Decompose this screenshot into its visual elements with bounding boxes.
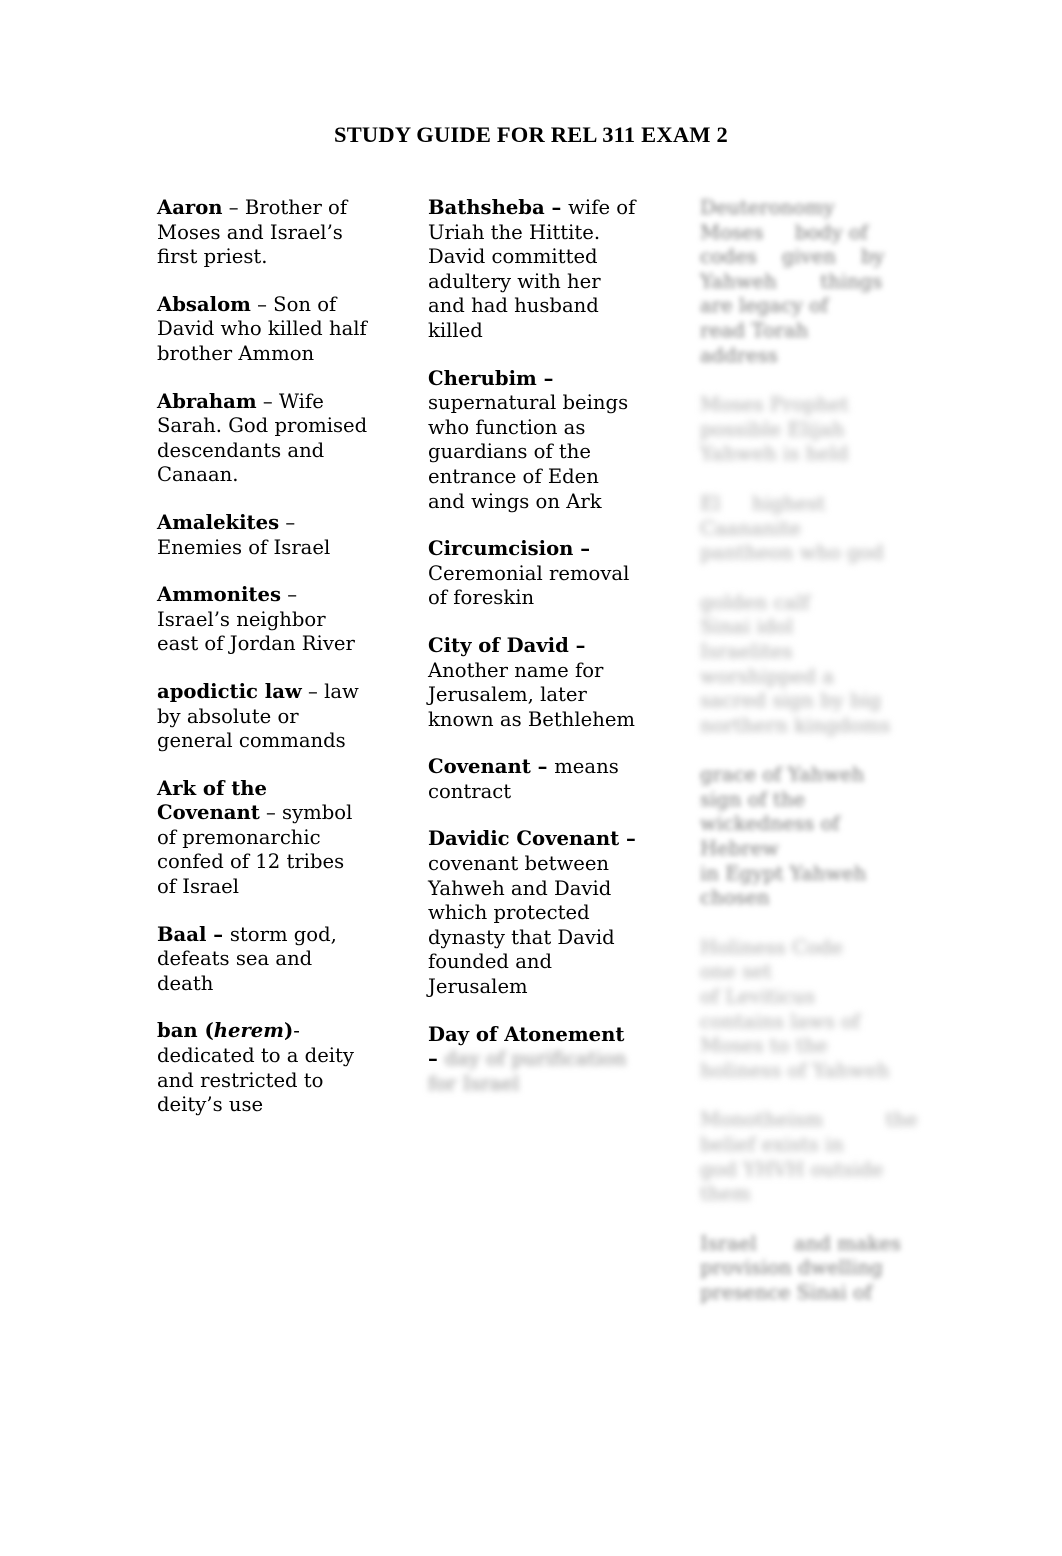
page-title: STUDY GUIDE FOR REL 311 EXAM 2 <box>334 122 728 147</box>
glossary-term: Absalom <box>157 292 251 316</box>
redacted-entry: golden calf Sinai idol Israelites worshippe… <box>700 590 891 737</box>
glossary-term: apodictic law <box>157 679 302 703</box>
glossary-column-1: Aaron – Brother of Moses and Israel’s fi… <box>157 196 369 1118</box>
glossary-term: Covenant <box>428 755 531 779</box>
glossary-entry: Davidic Covenant – covenant between Yahw… <box>428 827 640 999</box>
redacted-entry: Israel and makes provision dwelling presen… <box>700 1231 901 1304</box>
glossary-separator: – <box>573 537 591 561</box>
glossary-separator: – <box>544 196 569 219</box>
glossary-term: Ark of the Covenant <box>157 776 268 825</box>
glossary-definition: supernatural beings who function as guar… <box>428 391 629 513</box>
glossary-entry: City of David – Another name for Jerusal… <box>428 634 640 732</box>
glossary-separator: – <box>619 827 636 851</box>
glossary-definition: Ceremonial removal of foreskin <box>428 561 630 610</box>
glossary-entry: Cherubim – supernatural beings who funct… <box>428 367 640 515</box>
glossary-term: Ammonites <box>157 583 281 607</box>
glossary-definition: Enemies of Israel <box>157 535 331 559</box>
glossary-term: Cherubim <box>428 366 537 390</box>
redacted-entry: grace of Yahweh sign of the wickedness of … <box>700 763 867 910</box>
glossary-entry: Covenant – means contract <box>428 755 640 804</box>
glossary-separator: - <box>293 1019 300 1043</box>
glossary-definition: Another name for Jerusalem, later known … <box>428 658 636 731</box>
glossary-entry-redacted: Day of Atonement – day of purification f… <box>428 1023 640 1097</box>
glossary-term: Baal <box>157 922 207 946</box>
glossary-entry: Baal – storm god, defeats sea and death <box>157 923 369 997</box>
document-page: STUDY GUIDE FOR REL 311 EXAM 2 Aaron – B… <box>0 0 1062 1556</box>
redacted-entry: El highest Caananite pantheon who god <box>700 491 884 565</box>
glossary-separator: – <box>301 679 325 703</box>
glossary-term: Bathsheba <box>428 196 545 219</box>
glossary-entry: apodictic law – law by absolute or gener… <box>157 680 369 754</box>
glossary-term: Aaron <box>157 196 223 219</box>
glossary-term: Abraham <box>157 389 257 413</box>
glossary-separator: – <box>279 510 296 534</box>
glossary-entry: Circumcision – Ceremonial removal of for… <box>428 537 640 611</box>
redacted-entry: Monotheism the belief exists in god YHVH o… <box>700 1108 918 1206</box>
redacted-entry: Deuteronomy Moses body of codes given by Ya… <box>700 196 885 367</box>
glossary-entry: Bathsheba – wife of Uriah the Hittite. D… <box>428 196 640 344</box>
glossary-entry: ban (herem)-dedicated to a deity and res… <box>157 1019 369 1117</box>
glossary-term: Day of Atonement <box>428 1022 625 1046</box>
glossary-separator: – <box>206 922 230 946</box>
glossary-term: ban ( <box>157 1019 214 1043</box>
glossary-separator: – <box>568 633 586 657</box>
glossary-separator: – <box>428 1047 445 1071</box>
glossary-term: Circumcision <box>428 537 574 561</box>
glossary-column-3-redacted: Deuteronomy Moses body of codes given by Ya… <box>700 196 918 1331</box>
glossary-entry: Ammonites – Israel’s neighbor east of Jo… <box>157 583 369 657</box>
glossary-definition: covenant between Yahweh and David which … <box>428 852 615 999</box>
redacted-entry: Holiness Code one set of Leviticus contain… <box>700 935 890 1082</box>
glossary-term: Davidic Covenant <box>428 827 620 851</box>
glossary-definition: Israel’s neighbor east of Jordan River <box>157 607 355 656</box>
glossary-entry: Aaron – Brother of Moses and Israel’s fi… <box>157 196 369 270</box>
glossary-separator: – <box>536 366 554 390</box>
glossary-separator: – <box>250 292 274 316</box>
glossary-entry: Ark of the Covenant – symbol of premonar… <box>157 777 369 900</box>
glossary-term: City of David <box>428 633 569 657</box>
glossary-separator: – <box>259 801 283 825</box>
glossary-separator: – <box>280 583 298 607</box>
glossary-definition: dedicated to a deity and restricted to d… <box>157 1044 354 1117</box>
glossary-separator: – <box>222 196 245 219</box>
glossary-entry: Abraham – Wife Sarah. God promised desce… <box>157 390 369 488</box>
glossary-term: Amalekites <box>157 510 280 534</box>
glossary-entry: Absalom – Son of David who killed half b… <box>157 293 369 367</box>
glossary-term-italic: herem <box>213 1019 284 1043</box>
glossary-term-tail: ) <box>283 1019 294 1043</box>
redacted-entry: Moses Prophet possible Elijah Yahweh is he… <box>700 393 849 466</box>
glossary-definition-redacted: day of purification for Israel <box>428 1047 627 1095</box>
glossary-separator: – <box>256 389 279 413</box>
glossary-column-2: Bathsheba – wife of Uriah the Hittite. D… <box>428 196 640 1096</box>
glossary-separator: – <box>530 755 555 779</box>
glossary-entry: Amalekites – Enemies of Israel <box>157 511 369 560</box>
